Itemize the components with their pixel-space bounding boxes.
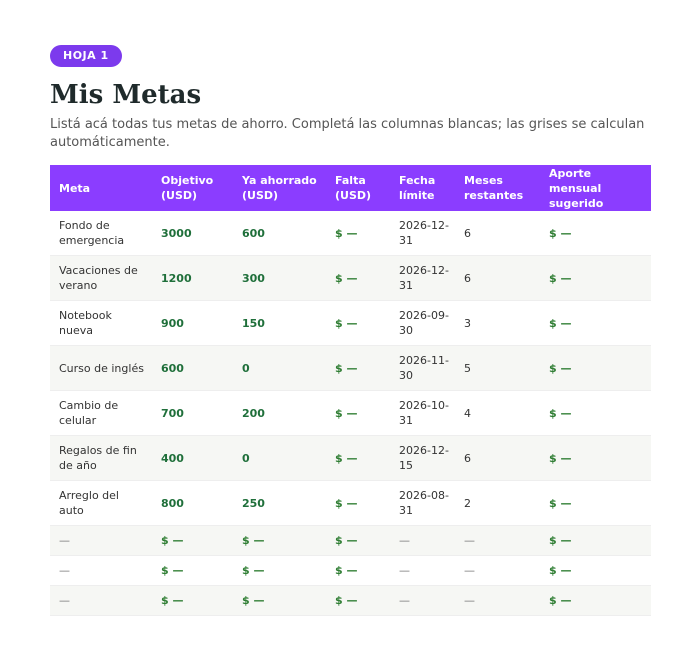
cell-objetivo[interactable]: 700 — [152, 390, 233, 436]
cell-fecha-limite[interactable]: — — [390, 555, 455, 586]
cell-falta: $ — — [326, 300, 390, 346]
cell-falta: $ — — [326, 525, 390, 556]
cell-aporte-mensual: $ — — [540, 255, 651, 301]
cell-meta[interactable]: Curso de inglés — [50, 345, 152, 391]
header-falta: Falta (USD) — [326, 165, 390, 211]
table-row: Cambio de celular 700 200 $ —2026-10-31 4 $ — — [50, 390, 651, 436]
header-aporte-mensual: Aporte mensual sugerido — [540, 165, 651, 211]
cell-ya-ahorrado[interactable]: $ — — [233, 525, 326, 556]
table-row: Notebook nueva 900 150 $ —2026-09-30 3 $ — — [50, 300, 651, 346]
cell-ya-ahorrado[interactable]: 0 — [233, 435, 326, 481]
cell-fecha-limite[interactable]: — — [390, 525, 455, 556]
table-row: Fondo de emergencia 3000 600 $ —2026-12-31 6… — [50, 211, 651, 256]
cell-falta: $ — — [326, 345, 390, 391]
cell-meta[interactable]: — — [50, 525, 152, 556]
cell-aporte-mensual: $ — — [540, 300, 651, 346]
cell-falta: $ — — [326, 480, 390, 526]
cell-objetivo[interactable]: 1200 — [152, 255, 233, 301]
cell-objetivo[interactable]: $ — — [152, 555, 233, 586]
table-row: Vacaciones de verano 1200 300 $ —2026-12-31… — [50, 255, 651, 301]
cell-aporte-mensual: $ — — [540, 390, 651, 436]
cell-meses-restantes: 6 — [455, 255, 540, 301]
cell-ya-ahorrado[interactable]: 250 — [233, 480, 326, 526]
cell-fecha-limite[interactable]: 2026-12-15 — [390, 435, 455, 481]
cell-fecha-limite[interactable]: — — [390, 585, 455, 616]
cell-meta[interactable]: — — [50, 585, 152, 616]
cell-objetivo[interactable]: 400 — [152, 435, 233, 481]
cell-meses-restantes: — — [455, 585, 540, 616]
page-subtitle: Listá acá todas tus metas de ahorro. Com… — [50, 117, 645, 150]
cell-objetivo[interactable]: 900 — [152, 300, 233, 346]
table-row: — $ — $ — $ — — — $ — — [50, 585, 651, 616]
table-row: — $ — $ — $ — — — $ — — [50, 525, 651, 556]
cell-objetivo[interactable]: $ — — [152, 585, 233, 616]
cell-ya-ahorrado[interactable]: $ — — [233, 585, 326, 616]
header-meta: Meta — [50, 165, 152, 211]
cell-meta[interactable]: Fondo de emergencia — [50, 211, 152, 256]
cell-fecha-limite[interactable]: 2026-11-30 — [390, 345, 455, 391]
cell-falta: $ — — [326, 435, 390, 481]
table-row: Curso de inglés 600 0 $ —2026-11-30 5 $ — — [50, 345, 651, 391]
cell-aporte-mensual: $ — — [540, 480, 651, 526]
cell-objetivo[interactable]: $ — — [152, 525, 233, 556]
cell-ya-ahorrado[interactable]: $ — — [233, 555, 326, 586]
cell-objetivo[interactable]: 800 — [152, 480, 233, 526]
table-row: — $ — $ — $ — — — $ — — [50, 555, 651, 586]
cell-meta[interactable]: Cambio de celular — [50, 390, 152, 436]
cell-objetivo[interactable]: 3000 — [152, 211, 233, 256]
cell-falta: $ — — [326, 211, 390, 256]
cell-meses-restantes: 2 — [455, 480, 540, 526]
cell-fecha-limite[interactable]: 2026-08-31 — [390, 480, 455, 526]
cell-meses-restantes: 6 — [455, 211, 540, 256]
cell-aporte-mensual: $ — — [540, 435, 651, 481]
cell-falta: $ — — [326, 390, 390, 436]
cell-aporte-mensual: $ — — [540, 555, 651, 586]
cell-fecha-limite[interactable]: 2026-12-31 — [390, 211, 455, 256]
cell-aporte-mensual: $ — — [540, 525, 651, 556]
cell-falta: $ — — [326, 555, 390, 586]
header-ya-ahorrado: Ya ahorrado (USD) — [233, 165, 326, 211]
goals-table: Meta Objetivo (USD) Ya ahorrado (USD) Fa… — [50, 165, 651, 616]
table-row: Regalos de fin de año 400 0 $ —2026-12-15 6 $… — [50, 435, 651, 481]
cell-fecha-limite[interactable]: 2026-10-31 — [390, 390, 455, 436]
cell-meta[interactable]: Notebook nueva — [50, 300, 152, 346]
cell-aporte-mensual: $ — — [540, 211, 651, 256]
cell-meses-restantes: 4 — [455, 390, 540, 436]
table-header-row: Meta Objetivo (USD) Ya ahorrado (USD) Fa… — [50, 165, 651, 211]
cell-fecha-limite[interactable]: 2026-12-31 — [390, 255, 455, 301]
sheet: HOJA 1 Mis Metas Listá acá todas tus met… — [50, 44, 651, 616]
cell-falta: $ — — [326, 255, 390, 301]
cell-meses-restantes: 3 — [455, 300, 540, 346]
cell-meses-restantes: 5 — [455, 345, 540, 391]
cell-meta[interactable]: Regalos de fin de año — [50, 435, 152, 481]
cell-meta[interactable]: — — [50, 555, 152, 586]
cell-meses-restantes: — — [455, 525, 540, 556]
cell-aporte-mensual: $ — — [540, 345, 651, 391]
cell-meta[interactable]: Arreglo del auto — [50, 480, 152, 526]
cell-meta[interactable]: Vacaciones de verano — [50, 255, 152, 301]
cell-objetivo[interactable]: 600 — [152, 345, 233, 391]
table-row: Arreglo del auto 800 250 $ —2026-08-31 2 $ — — [50, 480, 651, 526]
header-meses-restantes: Meses restantes — [455, 165, 540, 211]
cell-ya-ahorrado[interactable]: 200 — [233, 390, 326, 436]
cell-ya-ahorrado[interactable]: 600 — [233, 211, 326, 256]
sheet-badge: HOJA 1 — [50, 45, 122, 67]
cell-meses-restantes: 6 — [455, 435, 540, 481]
page-title: Mis Metas — [50, 80, 202, 110]
header-objetivo: Objetivo (USD) — [152, 165, 233, 211]
cell-fecha-limite[interactable]: 2026-09-30 — [390, 300, 455, 346]
cell-ya-ahorrado[interactable]: 300 — [233, 255, 326, 301]
cell-falta: $ — — [326, 585, 390, 616]
cell-aporte-mensual: $ — — [540, 585, 651, 616]
cell-ya-ahorrado[interactable]: 0 — [233, 345, 326, 391]
cell-meses-restantes: — — [455, 555, 540, 586]
header-fecha-limite: Fecha límite — [390, 165, 455, 211]
cell-ya-ahorrado[interactable]: 150 — [233, 300, 326, 346]
